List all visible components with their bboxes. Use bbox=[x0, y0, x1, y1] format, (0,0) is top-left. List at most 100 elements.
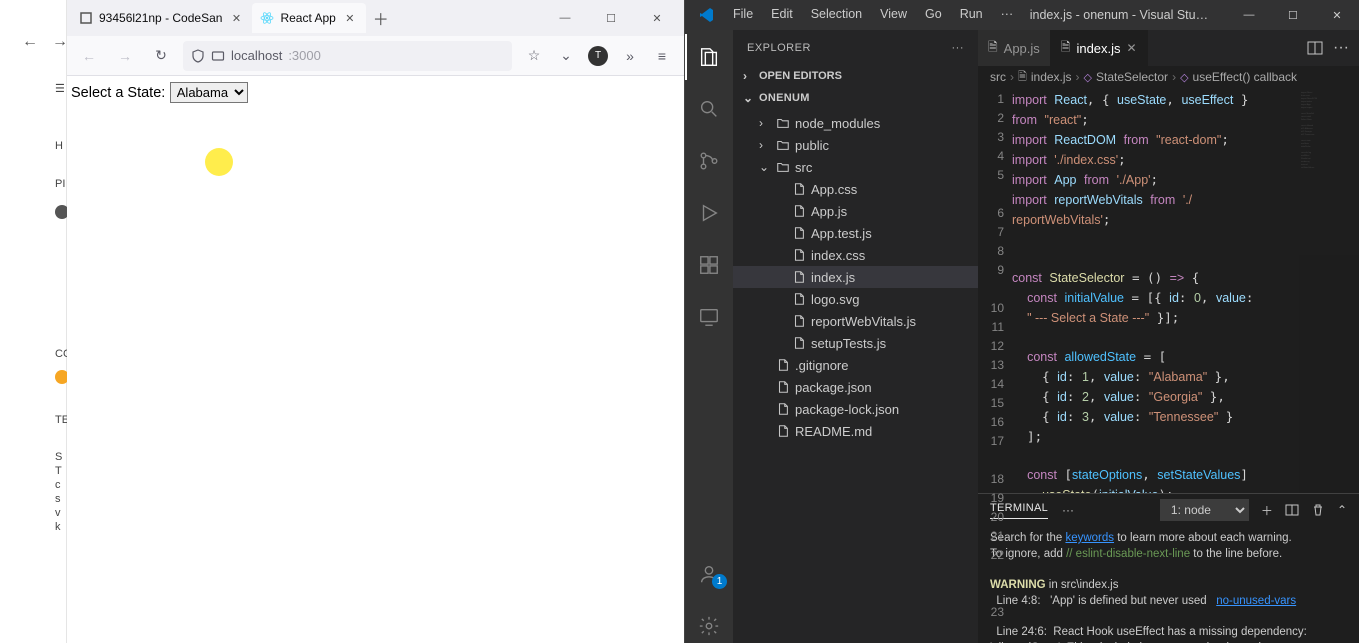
remote-icon[interactable] bbox=[685, 300, 733, 334]
run-debug-icon[interactable] bbox=[685, 196, 733, 230]
address-bar[interactable]: localhost:3000 bbox=[183, 41, 512, 71]
file-tree: ›node_modules›public⌄srcApp.cssApp.js App… bbox=[733, 109, 978, 445]
folder-icon bbox=[775, 115, 791, 131]
folder-item[interactable]: ⌄src bbox=[733, 156, 978, 178]
extensions-icon[interactable] bbox=[685, 248, 733, 282]
file-icon bbox=[791, 225, 807, 241]
more-icon[interactable]: ··· bbox=[952, 42, 965, 54]
bookmark-star-button[interactable]: ☆ bbox=[520, 42, 548, 70]
chevron-right-icon: › bbox=[759, 116, 771, 130]
stub-text: PI bbox=[55, 178, 65, 190]
minimize-button[interactable]: — bbox=[1227, 0, 1271, 30]
minimap[interactable]: import Reactfrom reactimport ReactDOMimp… bbox=[1299, 88, 1359, 493]
file-item[interactable]: index.js bbox=[733, 266, 978, 288]
breadcrumb-item[interactable]: src bbox=[990, 70, 1006, 84]
file-item[interactable]: App.css bbox=[733, 178, 978, 200]
tree-item-label: App.test.js bbox=[811, 226, 872, 241]
close-icon[interactable]: ✕ bbox=[228, 10, 244, 26]
folder-root-label: ONENUM bbox=[759, 92, 810, 104]
tree-item-label: index.css bbox=[811, 248, 865, 263]
explorer-icon[interactable] bbox=[685, 40, 733, 74]
vscode-window: File Edit Selection View Go Run ··· inde… bbox=[685, 0, 1359, 643]
tree-item-label: index.js bbox=[811, 270, 855, 285]
menu-view[interactable]: View bbox=[872, 3, 915, 27]
new-terminal-icon[interactable]: ＋ bbox=[1261, 502, 1273, 519]
folder-root[interactable]: ⌄ ONENUM bbox=[733, 87, 978, 109]
file-item[interactable]: App.test.js bbox=[733, 222, 978, 244]
settings-gear-icon[interactable] bbox=[685, 609, 733, 643]
editor-area: 🗎 App.js 🗎 index.js ✕ ··· src › 🗎 index.… bbox=[978, 30, 1359, 643]
menu-selection[interactable]: Selection bbox=[803, 3, 870, 27]
panel-header: TERMINAL ··· 1: node ＋ ⌃ bbox=[978, 494, 1359, 526]
folder-item[interactable]: ›public bbox=[733, 134, 978, 156]
code-editor[interactable]: 12345 6789 1011121314151617 1819202122 2… bbox=[978, 88, 1359, 493]
editor-tab-indexjs[interactable]: 🗎 index.js ✕ bbox=[1051, 30, 1148, 66]
accounts-icon[interactable]: 1 bbox=[685, 557, 733, 591]
browser-tab-react-app[interactable]: React App ✕ bbox=[252, 3, 365, 33]
split-terminal-icon[interactable] bbox=[1285, 503, 1299, 517]
kill-terminal-icon[interactable] bbox=[1311, 503, 1325, 517]
close-icon[interactable]: ✕ bbox=[342, 10, 358, 26]
folder-item[interactable]: ›node_modules bbox=[733, 112, 978, 134]
select-state-label: Select a State: bbox=[71, 85, 165, 101]
file-icon bbox=[791, 269, 807, 285]
maximize-panel-icon[interactable]: ⌃ bbox=[1337, 503, 1347, 517]
file-icon bbox=[775, 423, 791, 439]
menu-button[interactable]: ≡ bbox=[648, 42, 676, 70]
file-item[interactable]: index.css bbox=[733, 244, 978, 266]
terminal-link[interactable]: keywords bbox=[1065, 532, 1114, 544]
chevron-down-icon: ⌄ bbox=[759, 160, 771, 174]
terminal-select[interactable]: 1: node bbox=[1160, 499, 1249, 521]
more-icon[interactable]: ··· bbox=[1333, 39, 1349, 57]
editor-tab-appjs[interactable]: 🗎 App.js bbox=[978, 30, 1051, 66]
file-icon bbox=[791, 203, 807, 219]
terminal-output[interactable]: Search for the keywords to learn more ab… bbox=[978, 526, 1359, 643]
stub-text: S T c s v k bbox=[55, 450, 62, 534]
more-icon[interactable]: ··· bbox=[1062, 503, 1074, 517]
file-item[interactable]: package.json bbox=[733, 376, 978, 398]
site-info-icon[interactable] bbox=[211, 49, 225, 63]
account-button[interactable]: T bbox=[584, 42, 612, 70]
overflow-button[interactable]: » bbox=[616, 42, 644, 70]
close-window-button[interactable]: ✕ bbox=[634, 0, 680, 36]
terminal-link[interactable]: no-unused-vars bbox=[1216, 595, 1296, 607]
pocket-button[interactable]: ⌄ bbox=[552, 42, 580, 70]
minimize-button[interactable]: — bbox=[542, 0, 588, 36]
breadcrumb-item[interactable]: useEffect() callback bbox=[1193, 70, 1298, 84]
breadcrumb-item[interactable]: index.js bbox=[1031, 70, 1072, 84]
file-item[interactable]: README.md bbox=[733, 420, 978, 442]
file-item[interactable]: reportWebVitals.js bbox=[733, 310, 978, 332]
menu-edit[interactable]: Edit bbox=[763, 3, 801, 27]
file-item[interactable]: App.js bbox=[733, 200, 978, 222]
file-icon: 🗎 bbox=[1018, 68, 1027, 87]
reload-button[interactable]: ↻ bbox=[147, 42, 175, 70]
menu-more[interactable]: ··· bbox=[993, 3, 1022, 27]
file-item[interactable]: setupTests.js bbox=[733, 332, 978, 354]
open-editors-section[interactable]: › OPEN EDITORS bbox=[733, 65, 978, 87]
search-icon[interactable] bbox=[685, 92, 733, 126]
vscode-titlebar: File Edit Selection View Go Run ··· inde… bbox=[685, 0, 1359, 30]
breadcrumb-item[interactable]: StateSelector bbox=[1096, 70, 1168, 84]
file-item[interactable]: logo.svg bbox=[733, 288, 978, 310]
close-icon[interactable]: ✕ bbox=[1127, 41, 1137, 55]
split-editor-icon[interactable] bbox=[1307, 40, 1323, 56]
nav-forward-button[interactable]: → bbox=[111, 42, 139, 70]
file-item[interactable]: .gitignore bbox=[733, 354, 978, 376]
new-tab-button[interactable]: ＋ bbox=[366, 3, 396, 33]
code-content[interactable]: import React, { useState, useEffect } fr… bbox=[1012, 88, 1299, 493]
back-arrow-icon: ← bbox=[22, 33, 38, 51]
state-select[interactable]: Alabama bbox=[170, 82, 248, 103]
breadcrumbs[interactable]: src › 🗎 index.js › ◇ StateSelector › ◇ u… bbox=[978, 66, 1359, 88]
menu-run[interactable]: Run bbox=[952, 3, 991, 27]
close-window-button[interactable]: ✕ bbox=[1315, 0, 1359, 30]
file-icon bbox=[791, 335, 807, 351]
source-control-icon[interactable] bbox=[685, 144, 733, 178]
browser-tab-codesandbox[interactable]: 93456l21np - CodeSan ✕ bbox=[71, 3, 252, 33]
tab-title: React App bbox=[280, 11, 335, 25]
nav-back-button[interactable]: ← bbox=[75, 42, 103, 70]
file-item[interactable]: package-lock.json bbox=[733, 398, 978, 420]
menu-file[interactable]: File bbox=[725, 3, 761, 27]
menu-go[interactable]: Go bbox=[917, 3, 950, 27]
maximize-button[interactable]: ☐ bbox=[1271, 0, 1315, 30]
maximize-button[interactable]: ☐ bbox=[588, 0, 634, 36]
